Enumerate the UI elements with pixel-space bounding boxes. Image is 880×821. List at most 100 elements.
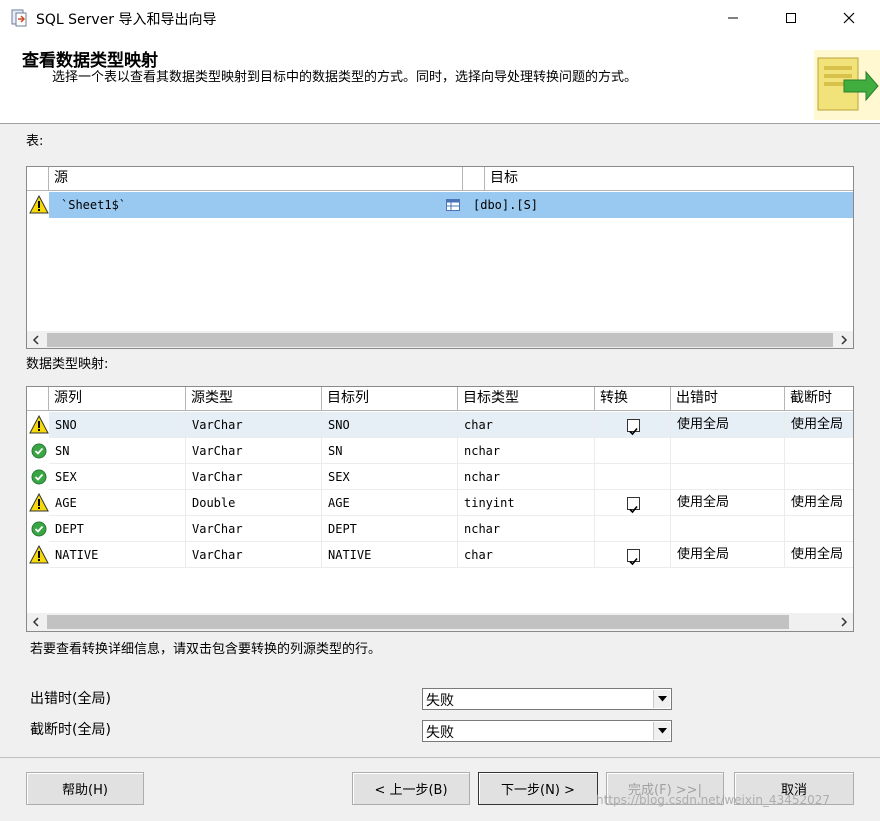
column-header-dest-column[interactable]: 目标列 <box>322 387 458 411</box>
mapping-dest-type-cell[interactable]: char <box>458 412 595 438</box>
scroll-right-icon[interactable] <box>835 331 853 348</box>
mapping-source-column-cell[interactable]: NATIVE <box>49 542 186 568</box>
mapping-on-error-cell[interactable] <box>671 438 785 464</box>
scroll-left-icon[interactable] <box>27 613 45 631</box>
mapping-dest-column-cell[interactable]: SNO <box>322 412 458 438</box>
mapping-dest-type-cell[interactable]: nchar <box>458 438 595 464</box>
column-header-dest-type[interactable]: 目标类型 <box>458 387 595 411</box>
convert-checkbox[interactable] <box>627 419 640 436</box>
mapping-dest-type-cell[interactable]: tinyint <box>458 490 595 516</box>
column-header-on-error[interactable]: 出错时 <box>671 387 785 411</box>
tables-grid[interactable]: 源 目标 `Sheet1$` [dbo].[S] <box>26 166 854 349</box>
on-error-global-select[interactable]: 失败 <box>422 688 672 710</box>
page-description: 选择一个表以查看其数据类型映射到目标中的数据类型的方式。同时，选择向导处理转换问… <box>52 70 638 85</box>
column-header-on-truncate[interactable]: 截断时 <box>785 387 853 411</box>
warning-icon <box>29 195 49 214</box>
dropdown-arrow-icon[interactable] <box>653 722 670 740</box>
column-header-target[interactable]: 目标 <box>485 167 853 191</box>
mapping-convert-cell[interactable] <box>595 542 671 568</box>
convert-checkbox[interactable] <box>627 549 640 566</box>
mapping-source-column-cell[interactable]: SN <box>49 438 186 464</box>
mapping-source-type-cell[interactable]: VarChar <box>186 542 322 568</box>
window-title: SQL Server 导入和导出向导 <box>36 12 217 28</box>
mapping-convert-cell[interactable] <box>595 516 671 542</box>
minimize-button[interactable] <box>710 0 756 36</box>
check-icon <box>629 557 638 566</box>
on-truncate-global-select[interactable]: 失败 <box>422 720 672 742</box>
mapping-convert-cell[interactable] <box>595 464 671 490</box>
mapping-source-type-cell[interactable]: VarChar <box>186 438 322 464</box>
convert-checkbox[interactable] <box>627 497 640 514</box>
mapping-convert-cell[interactable] <box>595 438 671 464</box>
mapping-source-column-cell[interactable]: DEPT <box>49 516 186 542</box>
mapping-horizontal-scrollbar[interactable] <box>27 613 853 631</box>
mapping-on-truncate-cell[interactable] <box>785 438 853 464</box>
column-header-source-column[interactable]: 源列 <box>49 387 186 411</box>
wizard-graphic-icon <box>814 50 880 120</box>
mapping-on-error-cell[interactable]: 使用全局 <box>671 490 785 516</box>
scroll-left-icon[interactable] <box>27 331 45 348</box>
mapping-source-column-cell[interactable]: SEX <box>49 464 186 490</box>
column-header-source-type[interactable]: 源类型 <box>186 387 322 411</box>
on-truncate-global-value: 失败 <box>426 725 454 741</box>
mapping-on-error-cell[interactable]: 使用全局 <box>671 412 785 438</box>
row-header-corner <box>27 387 49 411</box>
mapping-dest-type-cell[interactable]: nchar <box>458 516 595 542</box>
check-icon <box>629 505 638 514</box>
mapping-dest-column-cell[interactable]: SN <box>322 438 458 464</box>
close-button[interactable] <box>826 0 872 36</box>
mapping-dest-type-cell[interactable]: char <box>458 542 595 568</box>
mapping-dest-column-cell[interactable]: AGE <box>322 490 458 516</box>
maximize-icon <box>786 13 796 23</box>
mapping-on-truncate-cell[interactable]: 使用全局 <box>785 542 853 568</box>
table-target-cell: [dbo].[S] <box>473 198 539 212</box>
mapping-on-truncate-cell[interactable] <box>785 464 853 490</box>
check-icon <box>629 427 638 436</box>
mapping-on-error-cell[interactable] <box>671 516 785 542</box>
column-header-source[interactable]: 源 <box>49 167 463 191</box>
mapping-on-error-cell[interactable]: 使用全局 <box>671 542 785 568</box>
mapping-source-type-cell[interactable]: Double <box>186 490 322 516</box>
mapping-source-type-cell[interactable]: VarChar <box>186 412 322 438</box>
mapping-convert-cell[interactable] <box>595 412 671 438</box>
maximize-button[interactable] <box>768 0 814 36</box>
warning-icon <box>29 415 49 434</box>
table-source-cell: `Sheet1$` <box>61 198 127 212</box>
mapping-convert-cell[interactable] <box>595 490 671 516</box>
back-button[interactable]: < 上一步(B) <box>352 772 470 805</box>
mapping-dest-column-cell[interactable]: SEX <box>322 464 458 490</box>
minimize-icon <box>728 17 738 19</box>
mapping-source-type-cell[interactable]: VarChar <box>186 464 322 490</box>
scroll-right-icon[interactable] <box>835 613 853 631</box>
on-truncate-global-label: 截断时(全局) <box>30 722 111 738</box>
dropdown-arrow-icon[interactable] <box>653 690 670 708</box>
mapping-dest-column-cell[interactable]: DEPT <box>322 516 458 542</box>
scroll-thumb[interactable] <box>47 333 833 347</box>
title-bar: SQL Server 导入和导出向导 <box>0 0 880 36</box>
next-button[interactable]: 下一步(N) > <box>478 772 598 805</box>
mapping-grid[interactable]: 源列 源类型 目标列 目标类型 转换 出错时 截断时 SNO VarChar S… <box>26 386 854 632</box>
hint-text: 若要查看转换详细信息，请双击包含要转换的列源类型的行。 <box>30 642 382 657</box>
row-header-gap <box>463 167 485 191</box>
close-icon <box>843 12 855 24</box>
mapping-dest-type-cell[interactable]: nchar <box>458 464 595 490</box>
mapping-on-error-cell[interactable] <box>671 464 785 490</box>
warning-icon <box>29 493 49 512</box>
tables-label: 表: <box>26 134 44 149</box>
mapping-dest-column-cell[interactable]: NATIVE <box>322 542 458 568</box>
help-button[interactable]: 帮助(H) <box>26 772 144 805</box>
mapping-on-truncate-cell[interactable]: 使用全局 <box>785 412 853 438</box>
column-header-convert[interactable]: 转换 <box>595 387 671 411</box>
scroll-thumb[interactable] <box>47 615 789 629</box>
warning-icon <box>29 545 49 564</box>
tables-horizontal-scrollbar[interactable] <box>27 331 853 348</box>
mapping-label: 数据类型映射: <box>26 357 109 372</box>
mapping-source-column-cell[interactable]: SNO <box>49 412 186 438</box>
mapping-source-column-cell[interactable]: AGE <box>49 490 186 516</box>
mapping-on-truncate-cell[interactable]: 使用全局 <box>785 490 853 516</box>
app-icon <box>11 9 27 27</box>
mapping-on-truncate-cell[interactable] <box>785 516 853 542</box>
wizard-header: 查看数据类型映射 选择一个表以查看其数据类型映射到目标中的数据类型的方式。同时，… <box>0 36 880 124</box>
mapping-source-type-cell[interactable]: VarChar <box>186 516 322 542</box>
row-header-corner <box>27 167 49 191</box>
